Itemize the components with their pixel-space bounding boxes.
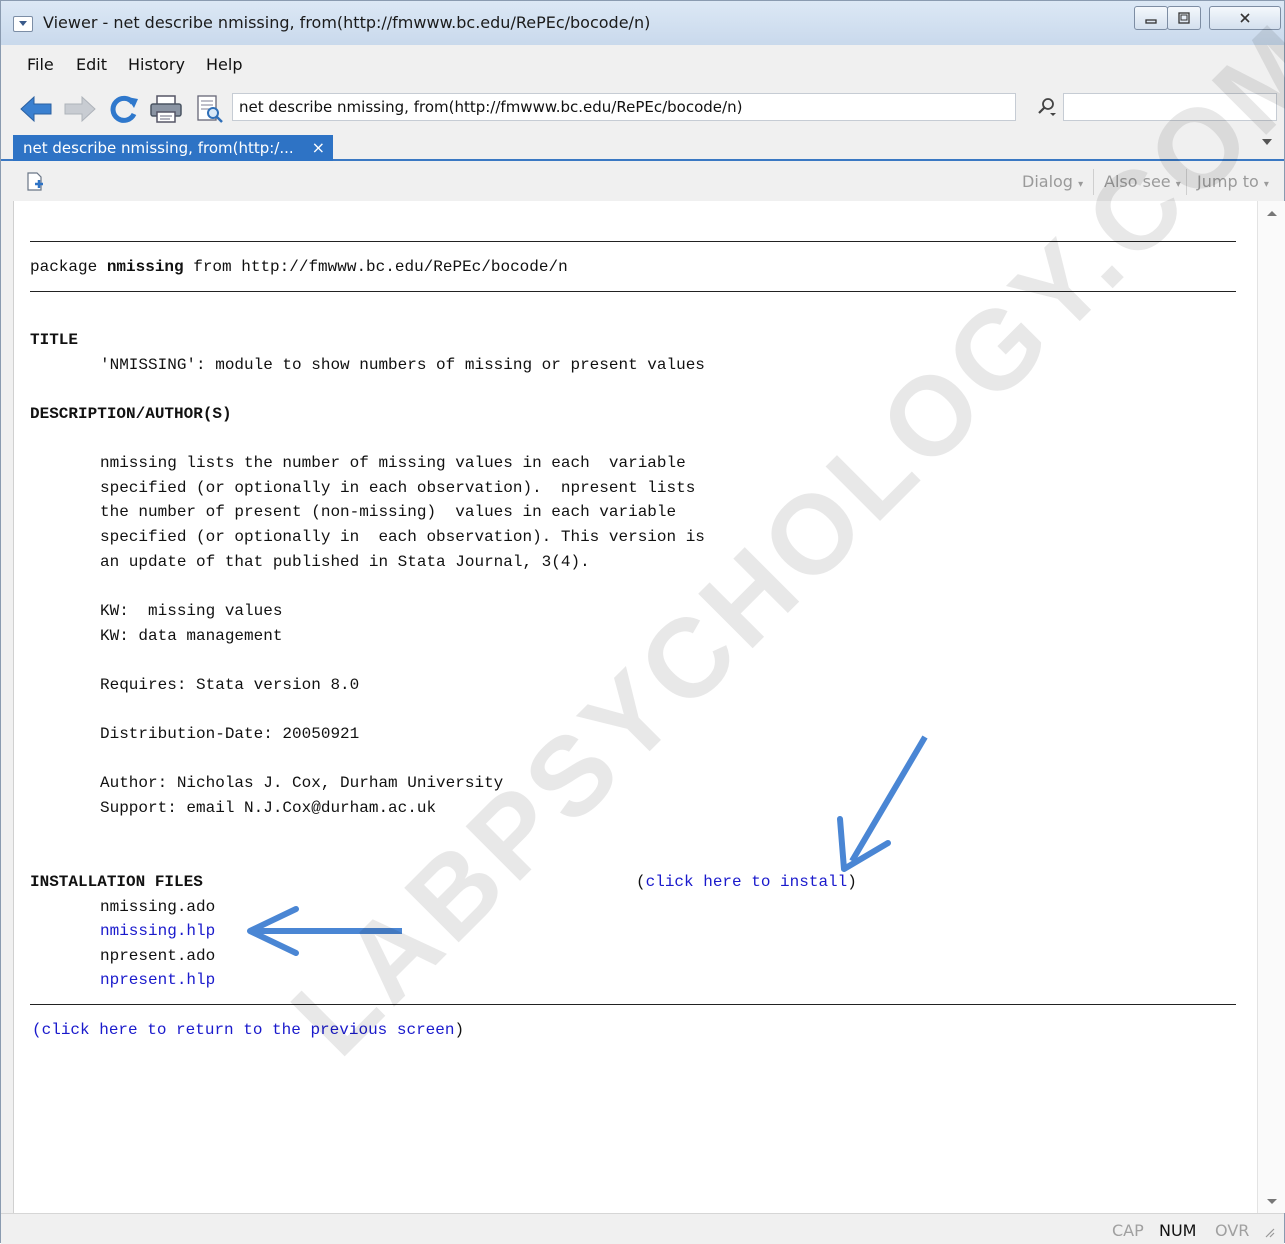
description-line: specified (or optionally in each observa… (100, 479, 696, 497)
title-bar: Viewer - net describe nmissing, from(htt… (1, 1, 1284, 45)
viewer-window: Viewer - net describe nmissing, from(htt… (0, 0, 1285, 1244)
keyword-line: KW: missing values (100, 602, 283, 620)
viewer-subtoolbar: Dialog ▾ Also see ▾ Jump to ▾ (1, 161, 1284, 201)
divider-line (30, 291, 1236, 292)
num-indicator: NUM (1159, 1221, 1197, 1240)
jump-to-label: Jump to (1197, 172, 1259, 191)
install-link-wrapper: (click here to install) (636, 870, 857, 894)
print-icon[interactable] (149, 94, 183, 124)
vertical-scrollbar[interactable] (1257, 201, 1285, 1213)
minimize-button[interactable] (1134, 6, 1168, 30)
find-icon[interactable] (193, 94, 227, 124)
paren: ( (32, 1021, 42, 1039)
cap-indicator: CAP (1112, 1221, 1144, 1240)
return-link[interactable]: click here to return to the previous scr… (42, 1021, 455, 1039)
paren: ) (454, 1021, 465, 1039)
chevron-down-icon: ▾ (1263, 179, 1269, 190)
refresh-icon[interactable] (107, 94, 141, 124)
support-line: Support: email N.J.Cox@durham.ac.uk (100, 799, 437, 817)
tab-list-chevron-icon[interactable] (1262, 139, 1272, 145)
divider-line (30, 241, 1236, 242)
maximize-button[interactable] (1167, 6, 1201, 30)
author-line: Author: Nicholas J. Cox, Durham Universi… (100, 774, 504, 792)
menu-bar: File Edit History Help (1, 45, 1284, 85)
toolbar: net describe nmissing, from(http://fmwww… (1, 85, 1284, 131)
scroll-down-icon[interactable] (1267, 1199, 1277, 1204)
file-link-npresent-hlp[interactable]: npresent.hlp (100, 968, 215, 992)
installation-files-heading: INSTALLATION FILES (30, 873, 203, 891)
keyword-line: KW: data management (100, 627, 283, 645)
scroll-up-icon[interactable] (1267, 211, 1277, 216)
new-viewer-icon[interactable] (25, 172, 45, 192)
divider (1186, 169, 1187, 195)
requires-line: Requires: Stata version 8.0 (100, 676, 360, 694)
menu-file[interactable]: File (27, 55, 54, 74)
menu-edit[interactable]: Edit (76, 55, 107, 74)
distribution-date-line: Distribution-Date: 20050921 (100, 725, 360, 743)
title-text: 'NMISSING': module to show numbers of mi… (100, 356, 705, 374)
tab-close-button[interactable]: × (312, 135, 325, 161)
menu-history[interactable]: History (128, 55, 185, 74)
dialog-menu-button[interactable]: Dialog ▾ (1022, 172, 1083, 191)
ovr-indicator: OVR (1215, 1221, 1250, 1240)
divider-line (30, 1004, 1236, 1005)
description-line: specified (or optionally in each observa… (100, 528, 705, 546)
annotation-arrow-install (837, 735, 928, 872)
description-heading: DESCRIPTION/AUTHOR(S) (30, 405, 232, 423)
chevron-down-icon: ▾ (1175, 179, 1181, 190)
dialog-label: Dialog (1022, 172, 1073, 191)
description-line: an update of that published in Stata Jou… (100, 553, 590, 571)
minimize-icon (1145, 19, 1157, 24)
title-heading: TITLE (30, 331, 79, 349)
close-window-button[interactable] (1209, 6, 1281, 30)
command-address-input[interactable]: net describe nmissing, from(http://fmwww… (232, 93, 1016, 121)
divider (1093, 169, 1094, 195)
description-line: nmissing lists the number of missing val… (100, 454, 686, 472)
viewer-content: package nmissing from http://fmwww.bc.ed… (13, 201, 1258, 1213)
paren: ( (636, 873, 646, 891)
also-see-menu-button[interactable]: Also see ▾ (1104, 172, 1181, 191)
jump-to-menu-button[interactable]: Jump to ▾ (1197, 172, 1269, 191)
close-icon (1240, 13, 1250, 23)
status-bar: CAP NUM OVR (1, 1213, 1284, 1244)
description-line: the number of present (non-missing) valu… (100, 503, 677, 521)
menu-help[interactable]: Help (206, 55, 242, 74)
file-link-nmissing-hlp[interactable]: nmissing.hlp (100, 919, 215, 943)
package-line: package nmissing from http://fmwww.bc.ed… (30, 255, 568, 279)
forward-arrow-icon[interactable] (63, 94, 97, 124)
tab-bar: net describe nmissing, from(http:/... × (1, 131, 1284, 161)
search-input[interactable] (1063, 93, 1277, 121)
file-item-nmissing-ado: nmissing.ado (100, 898, 216, 916)
chevron-down-icon: ▾ (1078, 179, 1084, 190)
back-arrow-icon[interactable] (19, 94, 53, 124)
tab-net-describe[interactable]: net describe nmissing, from(http:/... × (13, 135, 333, 161)
package-source: from http://fmwww.bc.edu/RePEc/bocode/n (183, 258, 568, 276)
install-link[interactable]: click here to install (646, 873, 848, 891)
maximize-icon (1178, 12, 1190, 24)
window-menu-icon[interactable] (13, 16, 33, 32)
file-item-npresent-ado: npresent.ado (100, 947, 216, 965)
tab-label: net describe nmissing, from(http:/... (23, 139, 294, 157)
annotation-arrow-help-file (247, 906, 402, 956)
package-name: nmissing (106, 258, 184, 276)
search-icon[interactable] (1037, 97, 1057, 117)
window-title: Viewer - net describe nmissing, from(htt… (43, 13, 651, 32)
package-prefix: package (30, 258, 107, 276)
return-link-wrapper: (click here to return to the previous sc… (32, 1018, 464, 1042)
also-see-label: Also see (1104, 172, 1171, 191)
resize-grip-icon[interactable] (1263, 1226, 1275, 1238)
